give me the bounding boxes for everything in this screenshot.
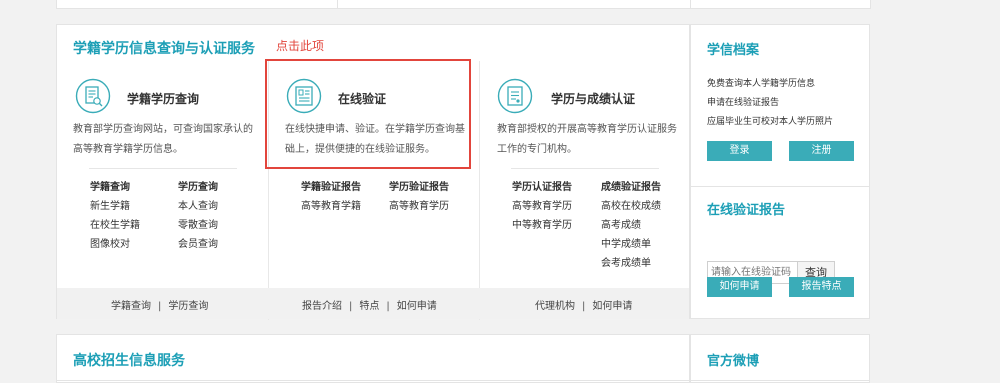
link-xueli-query[interactable]: 学历查询 (178, 178, 218, 197)
document-search-icon (75, 78, 111, 114)
link-group-xueli-verify: 学历验证报告 高等教育学历 (389, 178, 449, 216)
archive-title: 学信档案 (707, 43, 760, 58)
service-card-xueji-xueli[interactable]: 学籍学历查询 教育部学历查询网站，可查询国家承认的 高等教育学籍学历信息。 学籍… (57, 61, 268, 288)
link-current-student[interactable]: 在校生学籍 (90, 216, 140, 235)
panel-title: 学籍学历信息查询与认证服务 (73, 41, 255, 57)
link-new-student[interactable]: 新生学籍 (90, 197, 140, 216)
link-gaokao-scores[interactable]: 高考成绩 (601, 216, 661, 235)
admissions-title: 高校招生信息服务 (73, 353, 185, 369)
service-card-cert[interactable]: 学历与成绩认证 教育部授权的开展高等教育学历认证服务 工作的专门机构。 学历认证… (479, 61, 690, 288)
service-description: 教育部授权的开展高等教育学历认证服务 工作的专门机构。 (497, 124, 677, 155)
footer-link-xueji-query[interactable]: 学籍查询 (111, 301, 151, 312)
link-higher-edu-xueji[interactable]: 高等教育学籍 (301, 197, 361, 216)
link-self-query[interactable]: 本人查询 (178, 197, 218, 216)
link-xueli-cert-report[interactable]: 学历认证报告 (512, 178, 572, 197)
panel-header: 学籍学历信息查询与认证服务 点击此项 (57, 25, 689, 61)
previous-section-strip (56, 0, 871, 9)
service-footer-bar: 学籍查询 | 学历查询 报告介绍 | 特点 | 如何申请 代理机构 | 如何申请 (57, 288, 689, 319)
link-group-xueji-verify: 学籍验证报告 高等教育学籍 (301, 178, 361, 216)
link-huikao-transcript[interactable]: 会考成绩单 (601, 254, 661, 273)
divider (691, 186, 869, 187)
footer-link-features[interactable]: 特点 (359, 301, 379, 312)
admissions-panel: 高校招生信息服务 (56, 334, 690, 383)
link-college-scores[interactable]: 高校在校成绩 (601, 197, 661, 216)
highlight-box (265, 59, 471, 169)
link-group-xueli: 学历查询 本人查询 零散查询 会员查询 (178, 178, 218, 254)
footer-link-report-intro[interactable]: 报告介绍 (302, 301, 342, 312)
footer-links-1: 学籍查询 | 学历查询 (111, 301, 209, 312)
link-xueji-query[interactable]: 学籍查询 (90, 178, 140, 197)
link-group-score-verify: 成绩验证报告 高校在校成绩 高考成绩 中学成绩单 会考成绩单 (601, 178, 661, 273)
divider (57, 380, 689, 381)
link-scattered-query[interactable]: 零散查询 (178, 216, 218, 235)
link-secondary-edu-cert[interactable]: 中等教育学历 (512, 216, 572, 235)
click-hint-annotation: 点击此项 (276, 39, 325, 53)
register-button[interactable]: 注册 (789, 141, 854, 161)
service-title[interactable]: 学籍学历查询 (127, 90, 199, 107)
divider (89, 168, 237, 169)
column-divider (337, 0, 338, 8)
divider (691, 380, 869, 381)
footer-links-2: 报告介绍 | 特点 | 如何申请 (302, 301, 437, 312)
link-xueli-verify-report[interactable]: 学历验证报告 (389, 178, 449, 197)
footer-links-3: 代理机构 | 如何申请 (535, 301, 633, 312)
link-score-verify-report[interactable]: 成绩验证报告 (601, 178, 661, 197)
weibo-panel: 官方微博 (690, 334, 870, 383)
service-description: 教育部学历查询网站，可查询国家承认的 高等教育学籍学历信息。 (73, 124, 253, 155)
link-group-xueji: 学籍查询 新生学籍 在校生学籍 图像校对 (90, 178, 140, 254)
link-middle-school-transcript[interactable]: 中学成绩单 (601, 235, 661, 254)
link-xueji-verify-report[interactable]: 学籍验证报告 (301, 178, 361, 197)
login-button[interactable]: 登录 (707, 141, 772, 161)
link-higher-edu-xueli[interactable]: 高等教育学历 (389, 197, 449, 216)
footer-link-how-apply[interactable]: 如何申请 (397, 301, 437, 312)
how-apply-button[interactable]: 如何申请 (707, 277, 772, 297)
column-divider (690, 0, 691, 8)
link-member-query[interactable]: 会员查询 (178, 235, 218, 254)
sidebar-panel: 学信档案 免费查询本人学籍学历信息 申请在线验证报告 应届毕业生可校对本人学历照… (690, 24, 870, 319)
certificate-icon (497, 78, 533, 114)
divider (511, 168, 659, 169)
weibo-title: 官方微博 (707, 354, 760, 369)
archive-info: 免费查询本人学籍学历信息 申请在线验证报告 应届毕业生可校对本人学历照片 (707, 79, 834, 127)
link-group-xueli-cert: 学历认证报告 高等教育学历 中等教育学历 (512, 178, 572, 235)
service-title[interactable]: 学历与成绩认证 (551, 90, 635, 107)
footer-link-how-apply[interactable]: 如何申请 (592, 301, 632, 312)
link-photo-check[interactable]: 图像校对 (90, 235, 140, 254)
link-higher-edu-cert[interactable]: 高等教育学历 (512, 197, 572, 216)
report-features-button[interactable]: 报告特点 (789, 277, 854, 297)
verify-report-title: 在线验证报告 (707, 203, 786, 218)
footer-link-xueli-query[interactable]: 学历查询 (168, 301, 208, 312)
footer-link-agency[interactable]: 代理机构 (535, 301, 575, 312)
